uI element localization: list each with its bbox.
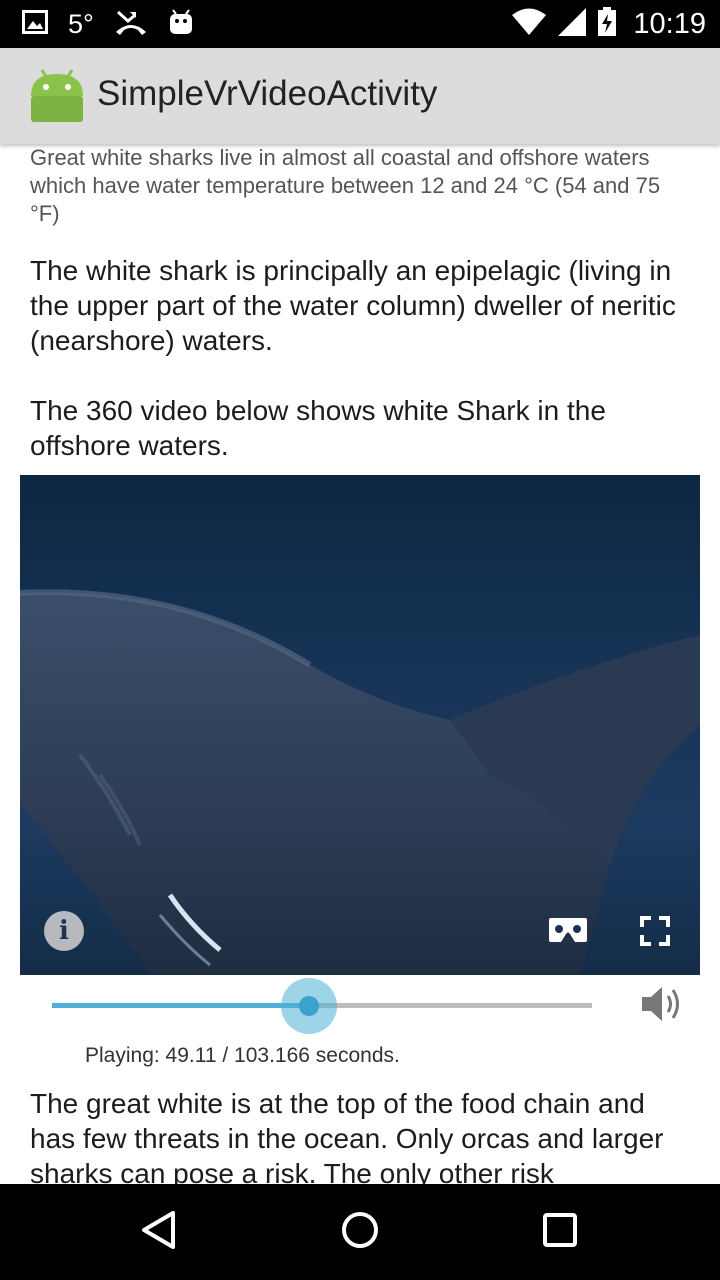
back-button[interactable] [136, 1208, 184, 1256]
recents-button[interactable] [536, 1208, 584, 1256]
android-robot-icon [28, 66, 86, 124]
intro-paragraph: Great white sharks live in almost all co… [30, 145, 661, 226]
article-content[interactable]: Great white sharks live in almost all co… [0, 144, 720, 1184]
shark-video-frame [20, 589, 700, 975]
cardboard-vr-icon [548, 918, 588, 948]
battery-charging-icon [597, 6, 617, 42]
video-intro-paragraph: The 360 video below shows white Shark in… [30, 395, 606, 461]
vr-video-view[interactable]: i [20, 475, 700, 975]
volume-icon [640, 987, 684, 1028]
temperature-text: 5° [68, 8, 94, 39]
habitat-paragraph: The white shark is principally an epipel… [30, 255, 676, 356]
playback-status-text: Playing: 49.11 / 103.166 seconds. [85, 1044, 400, 1067]
app-title: SimpleVrVideoActivity [97, 74, 438, 113]
image-notification-icon [22, 9, 48, 39]
seek-thumb[interactable] [299, 996, 319, 1016]
home-button[interactable] [336, 1208, 384, 1256]
navigation-bar [0, 1184, 720, 1280]
seek-bar[interactable] [52, 978, 592, 1034]
clock-text: 10:19 [633, 7, 706, 40]
signal-icon [557, 7, 587, 42]
wifi-icon [511, 8, 547, 41]
volume-button[interactable] [640, 984, 684, 1029]
back-icon [140, 1210, 180, 1255]
missed-call-icon [114, 8, 148, 41]
android-debug-icon [168, 8, 194, 41]
recents-icon [542, 1212, 578, 1253]
fullscreen-button[interactable] [640, 916, 670, 951]
info-button[interactable]: i [44, 911, 84, 951]
info-icon: i [59, 916, 69, 946]
home-icon [340, 1210, 380, 1255]
status-bar: 5° 10:19 [0, 0, 720, 48]
app-bar: SimpleVrVideoActivity [0, 48, 720, 144]
cardboard-vr-button[interactable] [548, 916, 588, 949]
fullscreen-icon [640, 916, 670, 950]
seek-progress [52, 1003, 309, 1008]
food-chain-paragraph: The great white is at the top of the foo… [30, 1088, 664, 1184]
